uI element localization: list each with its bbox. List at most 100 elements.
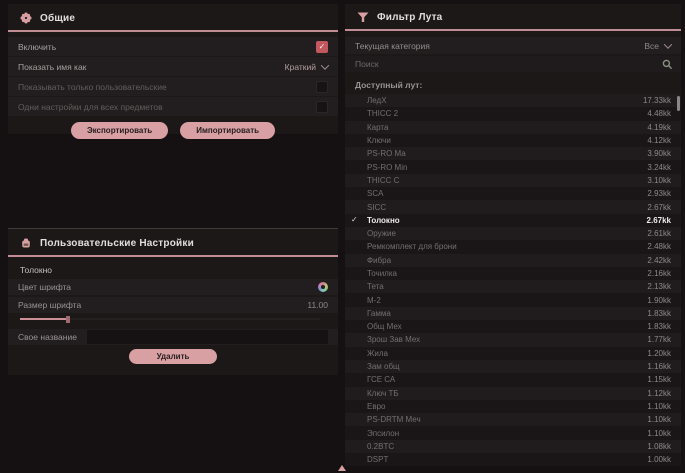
item-name: Гамма [367, 309, 391, 318]
item-name: THICC 2 [367, 109, 398, 118]
item-name: Ключ ТБ [367, 389, 399, 398]
custom-name-label: Свое название [18, 332, 77, 342]
search-input[interactable] [353, 58, 662, 70]
loot-item-row[interactable]: Ключи 4.12kk [345, 134, 681, 147]
scrollbar-thumb[interactable] [677, 96, 680, 111]
loot-item-row[interactable]: ЛедХ17.33kk [345, 94, 681, 107]
item-name: SCA [367, 189, 383, 198]
loot-filter-header: Фильтр Лута [345, 4, 681, 29]
resize-handle-icon[interactable] [338, 465, 346, 471]
font-size-row: Размер шрифта 11.00 [8, 297, 338, 313]
loot-item-row[interactable]: PS-RO Min3.24kk [345, 160, 681, 173]
loot-item-row[interactable]: Фибра 2.42kk [345, 254, 681, 267]
item-name: Ремкомплект для брони [367, 242, 457, 251]
font-size-slider[interactable] [20, 315, 326, 323]
loot-item-row[interactable]: Гамма1.83kk [345, 307, 681, 320]
loot-item-row[interactable]: Тета2.13kk [345, 280, 681, 293]
loot-item-row[interactable]: Евро1.10kk [345, 400, 681, 413]
loot-item-row[interactable]: THICC C3.10kk [345, 174, 681, 187]
item-name: SICC [367, 203, 386, 212]
loot-item-row[interactable]: ГСЕ СА1.15kk [345, 373, 681, 386]
item-value: 1.10kk [647, 429, 671, 438]
loot-item-row[interactable]: Ключ ТБ 1.12kk [345, 387, 681, 400]
color-picker-icon[interactable] [318, 282, 328, 292]
item-value: 1.90kk [647, 296, 671, 305]
item-name: Зрош Зав Мех [367, 335, 420, 344]
loot-item-row[interactable]: Зам общ1.16kk [345, 360, 681, 373]
item-name: М-2 [367, 296, 381, 305]
item-value: 4.12kk [647, 136, 671, 145]
item-value: 1.08kk [647, 442, 671, 451]
only-custom-checkbox[interactable] [316, 81, 328, 93]
loot-item-row[interactable]: PS-DRTM Меч1.10kk [345, 413, 681, 426]
slider-handle[interactable] [66, 316, 70, 323]
item-value: 2.16kk [647, 269, 671, 278]
loot-item-row[interactable]: SICC 2.67kk [345, 200, 681, 213]
same-settings-checkbox[interactable] [316, 101, 328, 113]
loot-item-row[interactable]: Ремкомплект для брони 2.48kk [345, 240, 681, 253]
item-name: Точилка [367, 269, 397, 278]
item-value: 1.10kk [647, 415, 671, 424]
search-icon[interactable] [662, 59, 673, 70]
loot-item-row[interactable]: Эпсилон1.10kk [345, 426, 681, 439]
item-value: 2.42kk [647, 256, 671, 265]
gear-icon [20, 12, 32, 24]
loot-item-row[interactable]: Жила 1.20kk [345, 347, 681, 360]
item-value: 2.67kk [647, 203, 671, 212]
enable-row: Включить ✓ [8, 37, 338, 56]
item-value: 1.77kk [647, 335, 671, 344]
same-settings-row: Одни настройки для всех предметов [8, 97, 338, 116]
search-row [345, 56, 681, 72]
item-value: 3.10kk [647, 176, 671, 185]
loot-item-row[interactable]: Общ Мех1.83kk [345, 320, 681, 333]
loot-item-row[interactable]: DSPT1.00kk [345, 453, 681, 466]
item-name: Фибра [367, 256, 391, 265]
item-value: 1.20kk [647, 349, 671, 358]
loot-item-row[interactable]: Зрош Зав Мех 1.77kk [345, 333, 681, 346]
item-name: PS-RO Ma [367, 149, 406, 158]
selected-item-name: Толокно [8, 257, 338, 279]
loot-item-row[interactable]: PS-RO Ma 3.90kk [345, 147, 681, 160]
custom-name-input[interactable] [87, 330, 328, 344]
loot-item-row[interactable]: ✓Толокно2.67kk [345, 214, 681, 227]
general-panel-title: Общие [40, 13, 75, 24]
custom-name-row: Свое название [8, 329, 338, 345]
import-button[interactable]: Импортировать [180, 122, 275, 139]
item-value: 4.48kk [647, 109, 671, 118]
category-dropdown[interactable]: Все [644, 41, 671, 51]
loot-filter-panel: Фильтр Лута Текущая категория Все [345, 4, 681, 466]
item-value: 3.90kk [647, 149, 671, 158]
item-name: Жила [367, 349, 388, 358]
item-value: 2.93kk [647, 189, 671, 198]
chevron-down-icon [664, 40, 672, 48]
enable-label: Включить [18, 42, 56, 52]
only-custom-label: Показывать только пользовательские [18, 82, 167, 92]
item-value: 1.15kk [647, 375, 671, 384]
loot-filter-title: Фильтр Лута [377, 12, 442, 23]
loot-item-row[interactable]: SCA 2.93kk [345, 187, 681, 200]
export-button[interactable]: Экспортировать [71, 122, 168, 139]
category-row: Текущая категория Все [345, 37, 681, 54]
loot-item-row[interactable]: Точилка 2.16kk [345, 267, 681, 280]
item-name: Ключи [367, 136, 391, 145]
funnel-icon [357, 12, 369, 23]
item-value: 2.48kk [647, 242, 671, 251]
enable-checkbox[interactable]: ✓ [316, 41, 328, 53]
item-value: 4.19kk [647, 123, 671, 132]
item-value: 17.33kk [643, 96, 671, 105]
delete-button[interactable]: Удалить [129, 349, 218, 364]
loot-filter-underline [345, 29, 681, 31]
item-name: Карта [367, 123, 388, 132]
show-name-label: Показать имя как [18, 62, 86, 72]
general-panel-underline [8, 30, 338, 32]
item-name: Общ Мех [367, 322, 402, 331]
loot-item-row[interactable]: 0.2BTC1.08kk [345, 440, 681, 453]
loot-item-row[interactable]: М-2 1.90kk [345, 293, 681, 306]
loot-item-row[interactable]: THICC 2 4.48kk [345, 107, 681, 120]
show-name-dropdown[interactable]: Краткий [285, 62, 328, 72]
loot-item-row[interactable]: Оружие2.61kk [345, 227, 681, 240]
general-panel: Общие Включить ✓ Показать имя как Кратки… [8, 4, 338, 134]
item-name: Тета [367, 282, 384, 291]
loot-item-row[interactable]: Карта 4.19kk [345, 121, 681, 134]
item-value: 1.12kk [647, 389, 671, 398]
